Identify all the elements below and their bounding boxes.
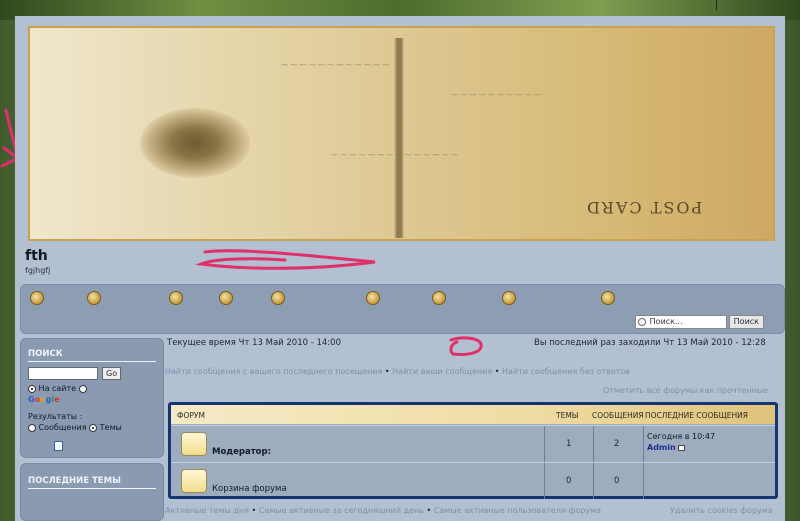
sidebar-recent-title: ПОСЛЕДНИЕ ТЕМЫ <box>28 476 156 489</box>
forum-table-header: ФОРУМ ТЕМЫ СООБЩЕНИЯ ПОСЛЕДНИЕ СООБЩЕНИЯ <box>171 405 775 424</box>
banner-eye-image <box>140 108 250 178</box>
search-submit-icon[interactable] <box>54 441 63 451</box>
results-label: Результаты : <box>28 412 83 421</box>
members-icon[interactable] <box>219 291 233 305</box>
sidebar-search-input[interactable] <box>28 367 98 380</box>
link-new-posts[interactable]: Найти сообщения с вашего последнего посе… <box>165 367 382 376</box>
last-post-link-icon[interactable] <box>678 444 686 451</box>
banner-script-text: ~~~~~~~~~~ <box>450 88 543 101</box>
header-banner[interactable]: ~~~~~~~~~~~~ ~~~~~~~~~~ ~~~~~~~~~~~~~~ P… <box>28 26 775 241</box>
delete-cookies-link[interactable]: Удалить cookies форума <box>670 506 773 515</box>
link-unanswered[interactable]: Найти сообщения без ответов <box>502 367 630 376</box>
search-placeholder: Поиск... <box>649 317 683 326</box>
header-search-input[interactable]: Поиск... <box>634 315 727 329</box>
profile-icon[interactable] <box>366 291 380 305</box>
annotation-scribble <box>195 249 376 270</box>
search-links: Найти сообщения с вашего последнего посе… <box>165 367 630 376</box>
sidebar-search-title: ПОИСК <box>28 349 156 362</box>
cell-divider <box>593 426 594 462</box>
forum-row[interactable]: Модератор: 1 2 Сегодня в 10:47 Admin <box>171 425 775 462</box>
window-edge <box>716 0 717 10</box>
home-icon[interactable] <box>30 291 44 305</box>
radio-on-site[interactable] <box>28 384 36 393</box>
forum-posts-count: 0 <box>614 476 620 486</box>
mark-read-link[interactable]: Отметить все форумы как прочтенные <box>603 386 768 395</box>
radio-topics-label: Темы <box>99 423 122 432</box>
google-logo: Google <box>28 395 60 404</box>
link-your-posts[interactable]: Найти ваши сообщения <box>392 367 492 376</box>
header-last-posts: ПОСЛЕДНИЕ СООБЩЕНИЯ <box>645 411 748 420</box>
search-scope-row: На сайте <box>28 384 87 393</box>
annotation-scribble-small <box>449 336 483 356</box>
forum-folder-icon <box>181 469 207 493</box>
magnifier-icon <box>637 318 646 326</box>
banner-post-card-text: POST CARD <box>585 198 703 217</box>
radio-messages-label: Сообщения <box>38 423 87 432</box>
faq-icon[interactable] <box>87 291 101 305</box>
cell-divider <box>643 463 644 499</box>
site-description: fgjhgfj <box>25 266 51 275</box>
header-search-button[interactable]: Поиск <box>728 315 764 329</box>
link-separator: • <box>384 367 390 376</box>
header-search: Поиск... Поиск <box>634 315 764 329</box>
cell-divider <box>643 426 644 462</box>
footer-link-active-topics[interactable]: Активные темы дня <box>165 506 249 515</box>
link-separator: • <box>251 506 257 515</box>
forum-folder-icon <box>181 432 207 456</box>
navigation-bar: Поиск... Поиск <box>20 284 785 334</box>
sidebar-search-panel: ПОИСК Go На сайте Google Результаты : Со… <box>20 338 164 458</box>
results-type-row: Сообщения Темы <box>28 423 122 432</box>
groups-icon[interactable] <box>271 291 285 305</box>
banner-script-text: ~~~~~~~~~~~~~~ <box>330 148 460 161</box>
nav-icon-row <box>21 289 786 309</box>
page-container: ~~~~~~~~~~~~ ~~~~~~~~~~ ~~~~~~~~~~~~~~ P… <box>15 16 785 521</box>
sidebar-recent-panel: ПОСЛЕДНИЕ ТЕМЫ <box>20 463 164 521</box>
radio-messages[interactable] <box>28 423 36 432</box>
header-topics: ТЕМЫ <box>556 411 579 420</box>
link-separator: • <box>426 506 432 515</box>
search-nav-icon[interactable] <box>169 291 183 305</box>
forum-name[interactable]: Модератор: <box>212 447 271 457</box>
header-posts: СООБЩЕНИЯ <box>592 411 644 420</box>
current-time: Текущее время Чт 13 Май 2010 - 14:00 <box>167 338 341 348</box>
footer-link-top-users[interactable]: Самые активные пользователи форума <box>434 506 601 515</box>
site-title[interactable]: fth <box>25 248 48 264</box>
last-post-date: Сегодня в 10:47 <box>647 432 716 441</box>
cell-divider <box>544 463 545 499</box>
forum-table: ФОРУМ ТЕМЫ СООБЩЕНИЯ ПОСЛЕДНИЕ СООБЩЕНИЯ… <box>168 402 778 499</box>
link-separator: • <box>494 367 500 376</box>
forum-posts-count: 2 <box>614 439 620 449</box>
radio-google[interactable] <box>78 384 87 393</box>
register-icon[interactable] <box>502 291 516 305</box>
forum-row[interactable]: Корзина форума 0 0 <box>171 462 775 499</box>
footer-link-most-active-today[interactable]: Самые активные за сегодняшний день <box>259 506 424 515</box>
cell-divider <box>593 463 594 499</box>
header-forum: ФОРУМ <box>177 411 205 420</box>
forum-name[interactable]: Корзина форума <box>212 484 287 494</box>
forum-topics-count: 0 <box>566 476 572 486</box>
forum-topics-count: 1 <box>566 439 572 449</box>
last-post-user[interactable]: Admin <box>647 443 676 452</box>
radio-topics[interactable] <box>89 423 98 432</box>
sidebar-go-button[interactable]: Go <box>102 367 122 380</box>
messages-icon[interactable] <box>432 291 446 305</box>
radio-on-site-label: На сайте <box>38 384 77 393</box>
login-icon[interactable] <box>601 291 615 305</box>
cell-divider <box>544 426 545 462</box>
footer-links: Активные темы дня • Самые активные за се… <box>165 506 601 515</box>
forum-last-post: Сегодня в 10:47 Admin <box>647 431 715 453</box>
last-visit: Вы последний раз заходили Чт 13 Май 2010… <box>534 338 766 348</box>
banner-script-text: ~~~~~~~~~~~~ <box>280 58 391 71</box>
